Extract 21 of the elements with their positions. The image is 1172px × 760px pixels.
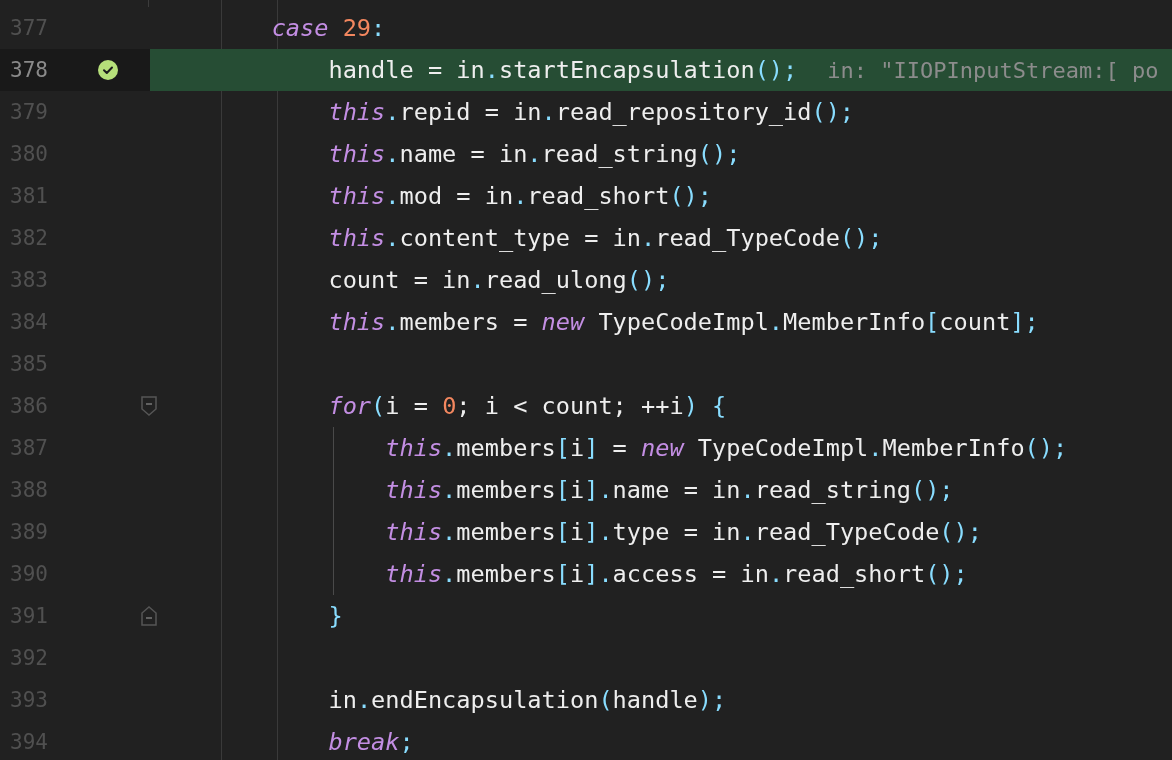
fold-end-icon[interactable]: [141, 606, 157, 626]
code-line: break;: [328, 728, 414, 756]
inline-debug-value: in: "IIOPInputStream:[ po: [827, 57, 1159, 83]
code-line: this.members[i].name = in.read_string();: [385, 476, 954, 504]
code-line: this.members[i].access = in.read_short();: [385, 560, 968, 588]
code-line: this.members = new TypeCodeImpl.MemberInfo[count];: [328, 308, 1039, 336]
code-line: handle = in.startEncapsulation();: [328, 56, 798, 84]
code-line: }: [328, 602, 343, 630]
code-line: this.repid = in.read_repository_id();: [328, 98, 855, 126]
code-line: count = in.read_ulong();: [328, 266, 670, 294]
code-line: this.mod = in.read_short();: [328, 182, 713, 210]
code-line: this.members[i] = new TypeCodeImpl.MemberInfo();: [385, 434, 1068, 462]
code-line: this.content_type = in.read_TypeCode();: [328, 224, 883, 252]
line-number: 378: [10, 58, 48, 82]
code-line: in.endEncapsulation(handle);: [328, 686, 727, 714]
code-line: this.name = in.read_string();: [328, 140, 741, 168]
fold-collapse-icon[interactable]: [141, 396, 157, 416]
code-line: case 29:: [271, 14, 386, 42]
code-line: for(i = 0; i < count; ++i) {: [328, 392, 727, 420]
breakpoint-check-icon[interactable]: [98, 60, 118, 80]
code-line: this.members[i].type = in.read_TypeCode();: [385, 518, 982, 546]
